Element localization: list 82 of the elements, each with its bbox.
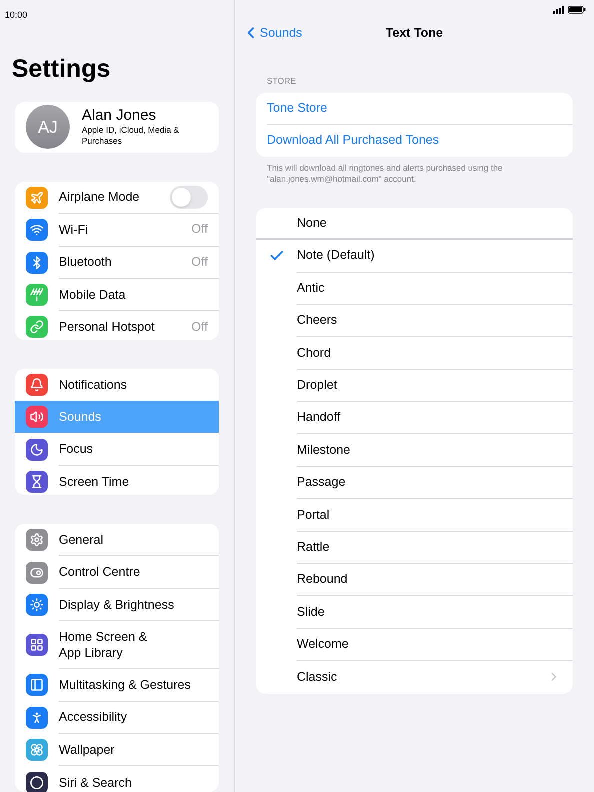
tone-item[interactable]: Portal xyxy=(256,499,573,532)
tone-item[interactable]: Cheers xyxy=(256,304,573,338)
bell-icon xyxy=(26,374,48,396)
item-label: Personal Hotspot xyxy=(59,319,156,336)
hourglass-icon xyxy=(26,471,48,494)
item-label: Wallpaper xyxy=(59,742,116,758)
speaker-icon xyxy=(26,406,48,428)
item-label: Airplane Mode xyxy=(59,189,141,206)
gear-icon xyxy=(26,529,48,552)
grid-icon xyxy=(26,634,48,656)
tone-label: Milestone xyxy=(297,442,352,459)
tone-item[interactable]: Handoff xyxy=(256,402,573,434)
item-label: Home Screen & App Library xyxy=(59,628,148,661)
wifi-icon xyxy=(26,219,48,242)
airplane-icon xyxy=(26,186,48,209)
item-label: Accessibility xyxy=(59,709,128,726)
sidebar-title: Settings xyxy=(12,54,112,84)
item-value: Off xyxy=(192,221,208,238)
status-time: 10:00 xyxy=(5,10,28,20)
flower-icon xyxy=(26,739,48,762)
signal-icon xyxy=(553,6,565,14)
profile-card[interactable]: AJ Alan Jones Apple ID, iCloud, Media & Purchases xyxy=(15,102,219,153)
page-title: Text Tone xyxy=(386,24,444,42)
tone-label: Handoff xyxy=(297,409,342,426)
tone-label: Portal xyxy=(297,506,331,524)
battery-icon xyxy=(568,6,586,14)
item-label: Notifications xyxy=(59,376,128,393)
tone-item[interactable]: Droplet xyxy=(256,370,573,402)
avatar: AJ xyxy=(26,105,70,150)
tone-label: Note (Default) xyxy=(297,247,376,264)
item-value: Off xyxy=(192,254,208,271)
tone-item[interactable]: Chord xyxy=(256,337,573,370)
item-label: Multitasking & Gestures xyxy=(59,676,192,693)
profile-name: Alan Jones xyxy=(82,107,158,126)
switches-icon xyxy=(26,562,48,584)
tone-label: Rebound xyxy=(297,571,349,588)
tone-item[interactable]: Slide xyxy=(256,596,573,629)
item-label: Display & Brightness xyxy=(59,596,176,612)
item-label: Mobile Data xyxy=(59,286,127,303)
item-label: Control Centre xyxy=(59,564,142,580)
toggle-switch[interactable] xyxy=(170,186,208,209)
link-icon xyxy=(26,316,48,338)
item-label: Wi-Fi xyxy=(59,222,90,238)
moon-icon xyxy=(26,438,48,461)
tone-item[interactable]: Welcome xyxy=(256,628,573,662)
store-footer: This will download all ringtones and alerts purchased using the "alan.jones.wm@hotmail.com" account. xyxy=(256,162,573,186)
tone-item[interactable]: Rebound xyxy=(256,564,573,596)
store-link[interactable]: Download All Purchased Tones xyxy=(267,131,440,150)
section-header: STORE xyxy=(266,75,298,88)
panel-icon xyxy=(26,674,48,696)
tone-label: Droplet xyxy=(297,377,338,394)
tone-label: Passage xyxy=(297,474,347,492)
item-label: General xyxy=(59,532,104,548)
tone-item[interactable]: Milestone xyxy=(256,434,573,467)
profile-subtitle: Apple ID, iCloud, Media & Purchases xyxy=(82,125,180,148)
item-value: Off xyxy=(192,319,208,336)
tone-item[interactable]: Note (Default) xyxy=(256,240,573,273)
item-label: Siri & Search xyxy=(59,774,133,791)
store-link[interactable]: Tone Store xyxy=(267,98,328,118)
tone-item[interactable]: Classic xyxy=(256,661,573,694)
tone-label: Antic xyxy=(297,280,326,297)
item-label: Screen Time xyxy=(59,474,130,490)
tone-item[interactable]: None xyxy=(256,208,573,240)
orb-icon xyxy=(26,772,48,792)
item-label: Sounds xyxy=(59,409,102,426)
item-label: Bluetooth xyxy=(59,254,113,270)
tone-label: Slide xyxy=(297,604,326,621)
item-label: Focus xyxy=(59,441,94,458)
tone-item[interactable]: Rattle xyxy=(256,532,573,564)
sun-icon xyxy=(26,594,48,616)
tone-item[interactable]: Antic xyxy=(256,272,573,305)
bluetooth-icon xyxy=(26,252,48,274)
tone-label: Chord xyxy=(297,344,332,362)
tone-label: Cheers xyxy=(297,312,338,330)
antenna-icon xyxy=(26,284,48,306)
tone-label: None xyxy=(297,214,328,232)
tone-item[interactable]: Passage xyxy=(256,466,573,500)
back-button[interactable]: Sounds xyxy=(242,24,302,42)
accessibility-icon xyxy=(26,706,48,729)
tone-label: Classic xyxy=(297,669,338,686)
tone-label: Welcome xyxy=(297,636,350,654)
tone-label: Rattle xyxy=(297,538,331,556)
